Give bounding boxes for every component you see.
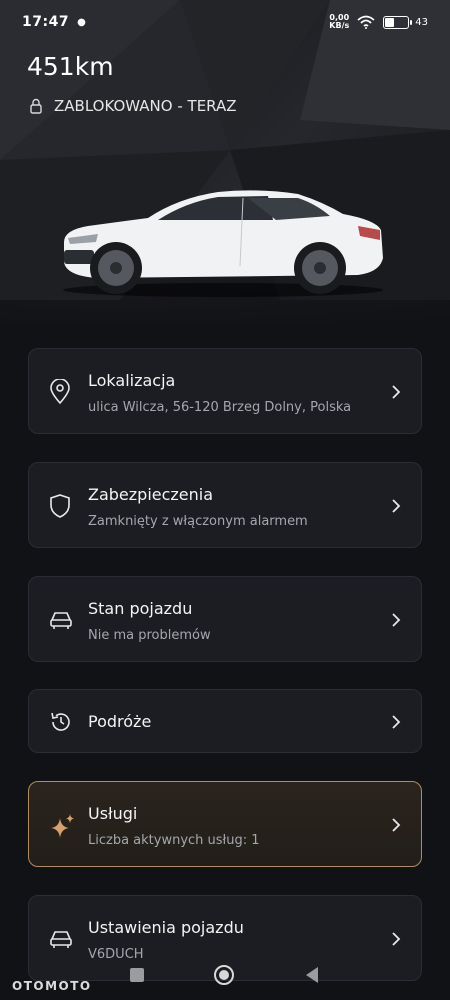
lock-status-text: ZABLOKOWANO - TERAZ <box>54 97 237 115</box>
card-podroze[interactable]: Podróże <box>28 689 422 753</box>
back-button[interactable] <box>304 966 320 984</box>
status-icons: 0,00 KB/s 43 <box>329 14 428 30</box>
card-title: Usługi <box>88 804 138 823</box>
card-zabezpieczenia[interactable]: Zabezpieczenia Zamknięty z włączonym ala… <box>28 462 422 548</box>
card-subtitle: Nie ma problemów <box>88 628 211 643</box>
notification-dot-icon: ● <box>77 16 86 28</box>
car-icon <box>50 931 72 948</box>
battery-level <box>385 17 394 27</box>
status-time: 17:47 <box>22 14 70 30</box>
chevron-right-icon <box>392 932 401 946</box>
card-subtitle: Liczba aktywnych usług: 1 <box>88 833 260 848</box>
lock-icon <box>30 98 42 114</box>
chevron-right-icon <box>392 499 401 513</box>
network-speed-unit: KB/s <box>329 21 350 30</box>
watermark-text: OTOMOTO <box>12 979 92 993</box>
chevron-right-icon <box>392 818 401 832</box>
network-speed: 0,00 KB/s <box>329 14 349 30</box>
recents-button[interactable] <box>130 968 144 982</box>
car-image <box>63 190 383 297</box>
card-subtitle: Zamknięty z włączonym alarmem <box>88 514 308 529</box>
card-subtitle: ulica Wilcza, 56-120 Brzeg Dolny, Polska <box>88 400 352 415</box>
battery-icon <box>383 15 413 29</box>
car-icon <box>50 612 72 629</box>
chevron-right-icon <box>392 385 401 399</box>
card-lokalizacja[interactable]: Lokalizacja ulica Wilcza, 56-120 Brzeg D… <box>28 348 422 434</box>
card-title: Lokalizacja <box>88 371 176 390</box>
status-bar: 17:47 ● 0,00 KB/s 43 <box>0 0 450 44</box>
lock-status-row: ZABLOKOWANO - TERAZ <box>30 97 237 115</box>
card-title: Podróże <box>88 712 152 731</box>
location-pin-icon <box>50 379 70 405</box>
card-stan-pojazdu[interactable]: Stan pojazdu Nie ma problemów <box>28 576 422 662</box>
history-icon <box>51 712 70 731</box>
shield-icon <box>50 494 70 518</box>
chevron-right-icon <box>392 715 401 729</box>
sparkle-icon <box>51 814 74 838</box>
card-title: Zabezpieczenia <box>88 485 214 504</box>
card-title: Stan pojazdu <box>88 599 193 618</box>
wifi-icon <box>357 15 375 29</box>
range-value: 451km <box>27 52 114 81</box>
chevron-right-icon <box>392 613 401 627</box>
battery-percent: 43 <box>415 16 428 28</box>
card-uslugi[interactable]: Usługi Liczba aktywnych usług: 1 <box>28 781 422 867</box>
home-button[interactable] <box>214 965 234 985</box>
card-title: Ustawienia pojazdu <box>88 918 244 937</box>
